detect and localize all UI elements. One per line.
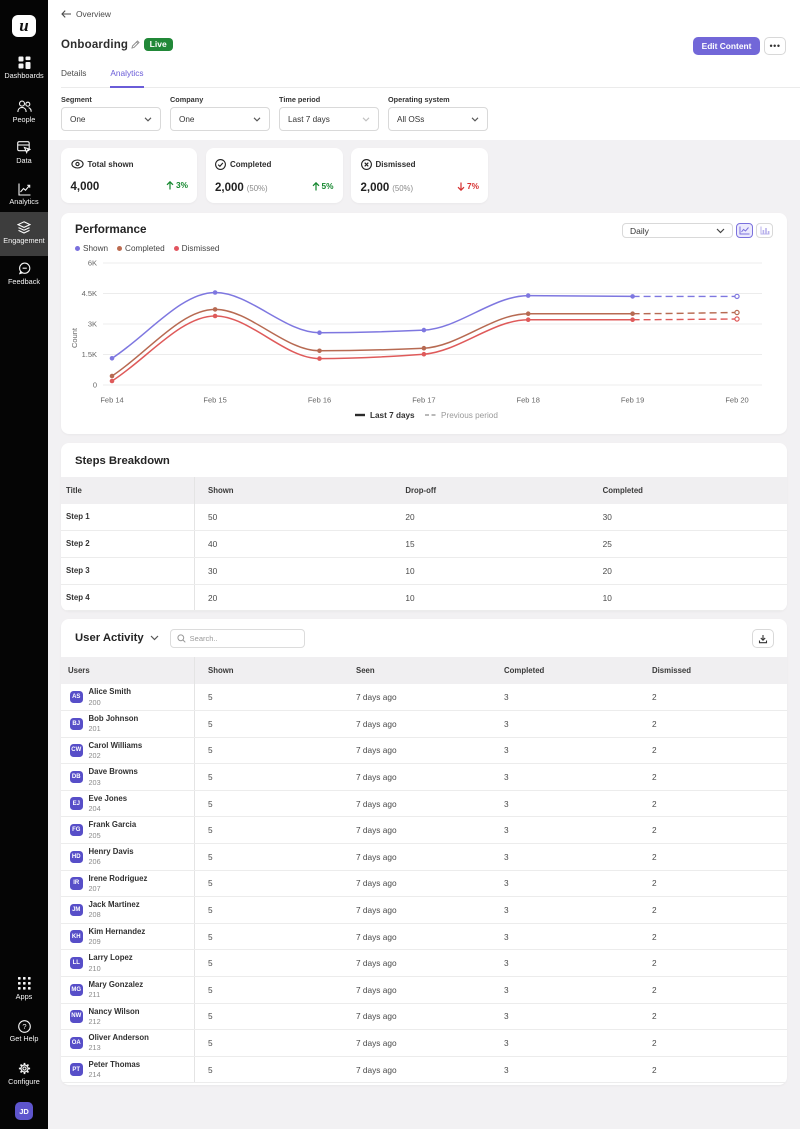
svg-text:1.5K: 1.5K [82,350,97,359]
svg-text:Feb 16: Feb 16 [308,396,331,405]
svg-text:0: 0 [93,381,97,390]
svg-text:Last 7 days: Last 7 days [370,411,415,420]
svg-text:3K: 3K [88,320,97,329]
svg-text:Feb 17: Feb 17 [412,396,435,405]
svg-text:Feb 15: Feb 15 [203,396,226,405]
svg-text:Feb 20: Feb 20 [725,396,748,405]
svg-text:Count: Count [70,328,79,349]
svg-text:Feb 19: Feb 19 [621,396,644,405]
svg-text:4.5K: 4.5K [82,289,97,298]
svg-text:6K: 6K [88,259,97,268]
svg-text:?: ? [22,1022,26,1031]
svg-text:Previous period: Previous period [441,411,498,420]
svg-text:Feb 18: Feb 18 [517,396,540,405]
svg-text:Feb 14: Feb 14 [100,396,123,405]
